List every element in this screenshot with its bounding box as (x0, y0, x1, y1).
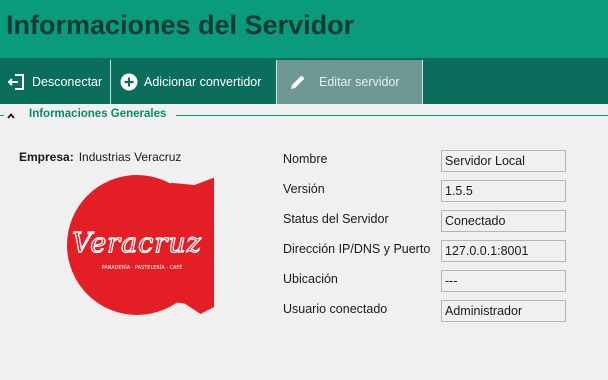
location-field: --- (441, 270, 566, 292)
section-title: Informaciones Generales (29, 108, 167, 120)
name-field: Servidor Local (441, 150, 566, 172)
section-divider (176, 115, 608, 116)
section-divider-left (0, 115, 4, 116)
pencil-icon (289, 73, 307, 91)
server-status-field: Conectado (441, 210, 566, 232)
disconnect-button[interactable]: Desconectar (0, 60, 111, 104)
server-status-label: Status del Servidor (283, 212, 389, 226)
edit-server-button[interactable]: Editar servidor (277, 60, 423, 104)
add-converter-button[interactable]: Adicionar convertidor (111, 60, 277, 104)
company-name: Industrias Veracruz (78, 150, 182, 164)
edit-server-label: Editar servidor (319, 75, 400, 89)
company-logo: Veracruz PANADERÍA · PASTELERÍA · CAFÉ (60, 170, 311, 320)
chevron-up-icon[interactable] (6, 108, 16, 127)
page-title: Informaciones del Servidor (6, 10, 355, 40)
logo-wordmark: Veracruz (72, 228, 202, 259)
version-field: 1.5.5 (441, 180, 566, 202)
logout-icon (8, 73, 26, 91)
section-header-general-info[interactable]: Informaciones Generales (0, 107, 608, 125)
header-bar: Informaciones del Servidor (0, 0, 608, 58)
logo-tagline: PANADERÍA · PASTELERÍA · CAFÉ (102, 263, 183, 271)
add-circle-icon (120, 73, 138, 91)
name-label: Nombre (283, 152, 328, 166)
ip-address-field: 127.0.0.1:8001 (441, 240, 566, 262)
connected-user-field: Administrador (441, 300, 566, 322)
location-label: Ubicación (283, 272, 338, 286)
add-converter-label: Adicionar convertidor (144, 75, 262, 89)
ip-address-label: Dirección IP/DNS y Puerto (283, 242, 431, 256)
connected-user-label: Usuario conectado (283, 302, 388, 316)
version-label: Versión (283, 182, 325, 196)
company-info: Empresa: Industrias Veracruz (19, 150, 181, 164)
toolbar: Desconectar Adicionar convertidor Editar… (0, 58, 608, 104)
disconnect-label: Desconectar (32, 75, 103, 89)
company-label: Empresa: (19, 150, 74, 164)
